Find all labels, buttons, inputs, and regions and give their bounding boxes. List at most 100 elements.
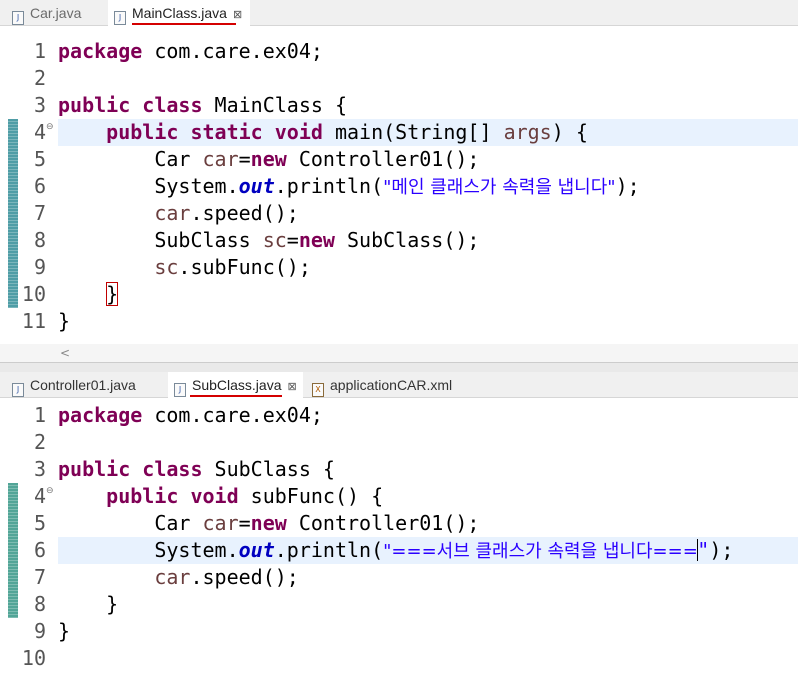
close-icon[interactable]: ⊠ bbox=[288, 381, 297, 393]
code-line: 1 package com.care.ex04; bbox=[0, 402, 798, 429]
code-text: System.out.println("메인 클래스가 속력을 냅니다"); bbox=[154, 174, 640, 198]
code-text: public class SubClass { bbox=[58, 457, 335, 481]
line-number: 8 bbox=[33, 592, 46, 616]
line-number: 11 bbox=[21, 309, 46, 333]
line-number: 1 bbox=[33, 403, 46, 427]
change-marker bbox=[8, 510, 18, 537]
tab-car-java[interactable]: J Car.java bbox=[12, 0, 81, 26]
code-line-current: 6 System.out.println("===서브 클래스가 속력을 냅니다… bbox=[0, 537, 798, 564]
line-number: 6 bbox=[33, 538, 46, 562]
horizontal-scrollbar[interactable]: < bbox=[0, 344, 798, 362]
code-line: 7 car.speed(); bbox=[0, 564, 798, 591]
code-text: } bbox=[106, 592, 119, 616]
line-number: 7 bbox=[33, 201, 46, 225]
code-line: 9 } bbox=[0, 618, 798, 645]
code-text: car.speed(); bbox=[154, 565, 299, 589]
tab-label: Controller01.java bbox=[30, 377, 136, 393]
tab-underline-annotation bbox=[132, 23, 236, 25]
line-number: 10 bbox=[21, 282, 46, 306]
code-line: 10 bbox=[0, 645, 798, 672]
java-file-icon: J bbox=[12, 11, 24, 25]
code-text: } bbox=[58, 281, 798, 308]
line-number: 3 bbox=[33, 457, 46, 481]
code-text: Car car=new Controller01(); bbox=[154, 147, 480, 171]
change-marker bbox=[8, 146, 18, 173]
editor-divider[interactable] bbox=[0, 362, 798, 372]
tab-subclass-java[interactable]: J SubClass.java ⊠ bbox=[168, 372, 303, 399]
fold-icon[interactable]: ⊖ bbox=[46, 122, 54, 132]
code-text: sc.subFunc(); bbox=[154, 255, 311, 279]
code-text: car.speed(); bbox=[154, 201, 299, 225]
code-text: SubClass sc=new SubClass(); bbox=[154, 228, 480, 252]
line-number: 4 bbox=[33, 120, 46, 144]
code-text: public static void main(String[] args) { bbox=[58, 119, 798, 146]
tab-label: SubClass.java bbox=[192, 377, 282, 393]
line-number: 6 bbox=[33, 174, 46, 198]
java-file-icon: J bbox=[114, 11, 126, 25]
tab-applicationcar-xml[interactable]: XapplicationCAR.xml bbox=[312, 372, 452, 398]
code-text: Car car=new Controller01(); bbox=[154, 511, 480, 535]
line-number: 2 bbox=[33, 66, 46, 90]
code-text: public void subFunc() { bbox=[106, 484, 384, 508]
code-text: package com.care.ex04; bbox=[58, 403, 323, 427]
tab-label: applicationCAR.xml bbox=[330, 377, 453, 393]
line-number: 10 bbox=[21, 646, 46, 670]
change-marker bbox=[8, 537, 18, 564]
code-line: 3 public class MainClass { bbox=[0, 92, 798, 119]
java-file-icon: J bbox=[12, 383, 24, 397]
code-text: public class MainClass { bbox=[58, 93, 348, 117]
line-number: 7 bbox=[33, 565, 46, 589]
line-number: 3 bbox=[33, 93, 46, 117]
code-line: 5 Car car=new Controller01(); bbox=[0, 510, 798, 537]
line-number: 9 bbox=[33, 619, 46, 643]
change-marker bbox=[8, 227, 18, 254]
code-line: 11 } bbox=[0, 308, 798, 335]
code-line: 2 bbox=[0, 65, 798, 92]
code-line: 9 sc.subFunc(); bbox=[0, 254, 798, 281]
code-line: 8 SubClass sc=new SubClass(); bbox=[0, 227, 798, 254]
code-text: System.out.println("===서브 클래스가 속력을 냅니다==… bbox=[58, 537, 798, 564]
line-number: 2 bbox=[33, 430, 46, 454]
line-number: 5 bbox=[33, 147, 46, 171]
code-line: 10 } bbox=[0, 281, 798, 308]
xml-file-icon: X bbox=[312, 383, 324, 397]
code-line: 2 bbox=[0, 429, 798, 456]
bottom-editor-tab-bar: J Controller01.java J SubClass.java ⊠ Xappl… bbox=[0, 372, 798, 399]
code-text: } bbox=[58, 309, 71, 333]
change-marker bbox=[8, 119, 18, 146]
matching-brace: } bbox=[106, 282, 119, 306]
close-icon[interactable]: ⊠ bbox=[233, 9, 242, 21]
line-number: 9 bbox=[33, 255, 46, 279]
change-marker bbox=[8, 564, 18, 591]
code-line: 1 package com.care.ex04; bbox=[0, 38, 798, 65]
code-text: } bbox=[58, 619, 71, 643]
code-line: 8 } bbox=[0, 591, 798, 618]
mainclass-editor[interactable]: 1 package com.care.ex04; 2 3 public clas… bbox=[0, 38, 798, 344]
java-file-icon: J bbox=[174, 383, 186, 397]
change-marker bbox=[8, 254, 18, 281]
change-marker bbox=[8, 200, 18, 227]
change-marker bbox=[8, 173, 18, 200]
change-marker bbox=[8, 591, 18, 618]
code-line: 4 ⊖ public static void main(String[] arg… bbox=[0, 119, 798, 146]
subclass-editor[interactable]: 1 package com.care.ex04; 2 3 public clas… bbox=[0, 402, 798, 673]
code-text: package com.care.ex04; bbox=[58, 39, 323, 63]
tab-mainclass-java[interactable]: J MainClass.java ⊠ bbox=[108, 0, 251, 27]
code-line: 4 ⊖ public void subFunc() { bbox=[0, 483, 798, 510]
line-number: 4 bbox=[33, 484, 46, 508]
fold-icon[interactable]: ⊖ bbox=[46, 486, 54, 496]
tab-label: Car.java bbox=[30, 5, 82, 21]
scroll-left-icon[interactable]: < bbox=[60, 344, 70, 362]
code-line: 5 Car car=new Controller01(); bbox=[0, 146, 798, 173]
change-marker bbox=[8, 483, 18, 510]
tab-label: MainClass.java bbox=[132, 5, 227, 21]
change-marker bbox=[8, 281, 18, 308]
tab-controller01-java[interactable]: J Controller01.java bbox=[12, 372, 136, 398]
line-number: 1 bbox=[33, 39, 46, 63]
code-line: 6 System.out.println("메인 클래스가 속력을 냅니다"); bbox=[0, 173, 798, 200]
tab-underline-annotation bbox=[190, 395, 282, 397]
code-line: 7 car.speed(); bbox=[0, 200, 798, 227]
